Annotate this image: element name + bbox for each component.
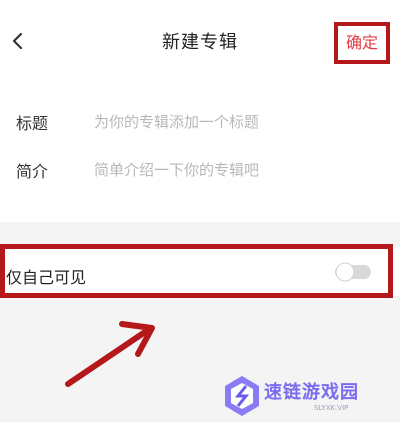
confirm-button[interactable]: 确定 (334, 22, 390, 64)
privacy-toggle[interactable] (334, 262, 372, 282)
title-label: 标题 (16, 114, 49, 133)
intro-label: 简介 (16, 162, 49, 181)
title-row[interactable]: 标题 为你的专辑添加一个标题 (0, 100, 400, 140)
intro-input[interactable]: 简单介绍一下你的专辑吧 (94, 159, 259, 180)
annotation-arrow-icon (65, 321, 155, 387)
brand-name: 速链游戏园 (264, 382, 359, 403)
watermark: 速链游戏园 SLYXK.VIP (222, 374, 392, 418)
top-bar: 新建专辑 确定 (0, 0, 400, 82)
title-input[interactable]: 为你的专辑添加一个标题 (94, 111, 259, 132)
brand-url: SLYXK.VIP (314, 404, 349, 412)
brand-logo-icon (225, 376, 259, 416)
privacy-label: 仅自己可见 (6, 268, 87, 287)
intro-row[interactable]: 简介 简单介绍一下你的专辑吧 (0, 148, 400, 188)
album-form: 标题 为你的专辑添加一个标题 简介 简单介绍一下你的专辑吧 (0, 82, 400, 222)
